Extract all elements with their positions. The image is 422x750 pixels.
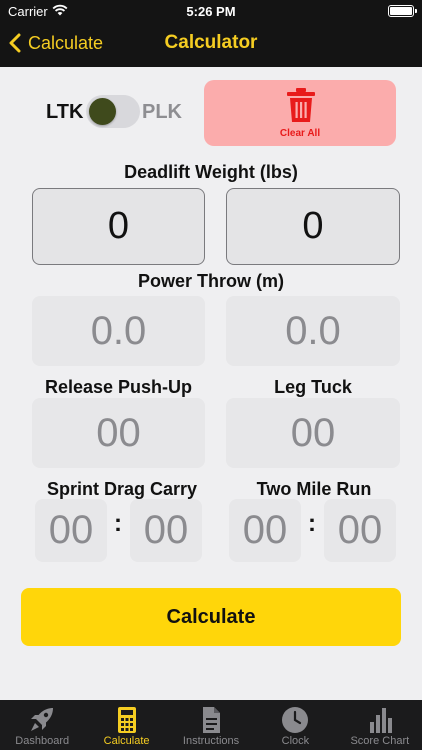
rocket-icon	[31, 708, 54, 731]
release-pushup-label: Release Push-Up	[44, 377, 193, 397]
tab-instructions[interactable]: Instructions	[169, 700, 253, 750]
back-label: Calculate	[28, 32, 104, 53]
calculator-icon	[117, 707, 136, 733]
clear-all-button[interactable]: Clear All	[204, 80, 396, 146]
sdc-time-separator: :	[114, 510, 122, 537]
sdc-seconds-field[interactable]: 00	[130, 499, 202, 562]
power-throw-field-1[interactable]: 0.0	[32, 296, 205, 366]
battery-icon	[388, 5, 417, 17]
ltk-plk-switch[interactable]	[86, 95, 140, 128]
status-bar: Carrier 5:26 PM	[0, 0, 422, 22]
ltk-label: LTK	[46, 101, 84, 123]
top-bar: Carrier 5:26 PM Calculate Calculator	[0, 0, 422, 67]
release-pushup-field[interactable]: 00	[32, 398, 205, 468]
document-icon	[203, 707, 221, 733]
power-throw-field-2[interactable]: 0.0	[226, 296, 400, 366]
bar-chart-icon	[369, 708, 392, 733]
tab-clock[interactable]: Clock	[253, 700, 337, 750]
leg-tuck-field[interactable]: 00	[226, 398, 400, 468]
clear-all-label: Clear All	[279, 128, 321, 139]
tab-dashboard-label: Dashboard	[15, 735, 70, 747]
tab-calculate-label: Calculate	[103, 735, 150, 747]
run-seconds-field[interactable]: 00	[324, 499, 396, 562]
run-time-separator: :	[308, 510, 316, 537]
power-throw-label: Power Throw (m)	[137, 271, 284, 291]
tab-instructions-label: Instructions	[182, 735, 240, 747]
clock-icon	[282, 707, 309, 733]
tab-calculate[interactable]: Calculate	[84, 700, 168, 750]
run-minutes-field[interactable]: 00	[229, 499, 301, 562]
sprint-drag-carry-label: Sprint Drag Carry	[46, 479, 198, 499]
tab-score-chart[interactable]: Score Chart	[338, 700, 422, 750]
chevron-left-icon	[9, 33, 21, 53]
tab-score-chart-label: Score Chart	[350, 735, 410, 747]
tab-dashboard[interactable]: Dashboard	[0, 700, 84, 750]
trash-icon	[287, 88, 315, 122]
switch-knob	[89, 98, 116, 125]
two-mile-run-label: Two Mile Run	[256, 479, 372, 499]
calculate-button[interactable]: Calculate	[21, 588, 401, 646]
deadlift-field-2[interactable]: 0	[226, 188, 400, 265]
deadlift-field-1[interactable]: 0	[32, 188, 205, 265]
sdc-minutes-field[interactable]: 00	[35, 499, 107, 562]
deadlift-label: Deadlift Weight (lbs)	[124, 162, 298, 182]
leg-tuck-label: Leg Tuck	[274, 377, 352, 397]
status-time: 5:26 PM	[186, 4, 236, 19]
tab-bar: Dashboard Calculate Instructions Clock S…	[0, 700, 422, 750]
tab-clock-label: Clock	[281, 735, 310, 747]
back-button[interactable]: Calculate	[8, 31, 103, 55]
ltk-plk-toggle-group: LTK PLK	[44, 93, 190, 131]
plk-label: PLK	[142, 101, 182, 123]
